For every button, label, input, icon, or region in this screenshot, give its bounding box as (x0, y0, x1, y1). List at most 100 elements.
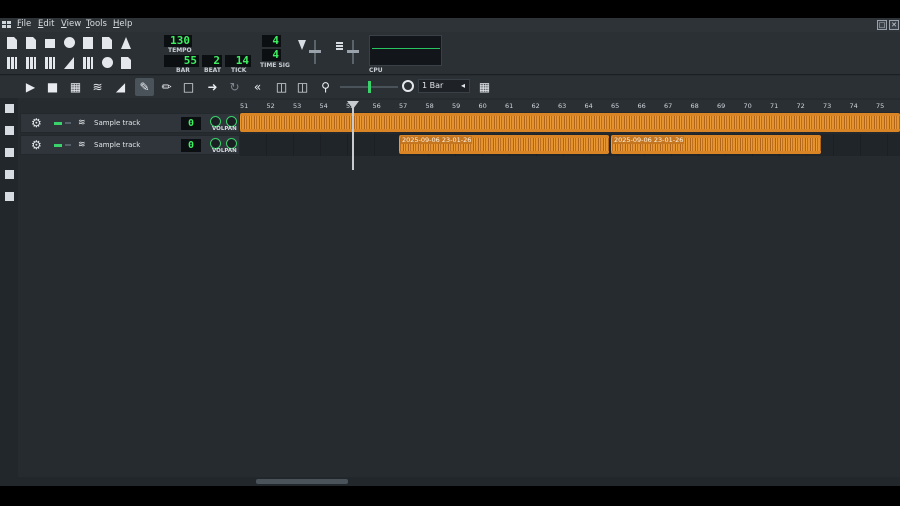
stop-button[interactable]: ■ (43, 78, 62, 96)
time-sig-denominator[interactable]: 4 (262, 49, 281, 61)
add-beat-icon: ▦ (69, 80, 82, 94)
scrollbar-thumb[interactable] (256, 479, 348, 484)
track-header[interactable]: ⚙ ≋ Sample track 0 VOLPAN (20, 113, 240, 133)
track-volume-display: 0 (181, 117, 201, 130)
open-folder-icon[interactable] (42, 35, 58, 51)
bar-56-label: 56 (372, 102, 381, 110)
root-directory-icon[interactable] (5, 170, 14, 179)
track-name[interactable]: Sample track (94, 119, 140, 127)
bar-51-label: 51 (240, 102, 249, 110)
bar-73-label: 73 (823, 102, 832, 110)
add-beat-button[interactable]: ▦ (66, 78, 85, 96)
menu-file[interactable]: File (17, 19, 31, 29)
my-presets-icon[interactable] (5, 126, 14, 135)
track-name[interactable]: Sample track (94, 141, 140, 149)
add-sample-track-button[interactable]: ≋ (88, 78, 107, 96)
volpan-label: VOLPAN (212, 126, 237, 132)
volpan-label: VOLPAN (212, 148, 237, 154)
playhead[interactable] (352, 102, 354, 170)
zoom-icon: ⚲ (321, 80, 330, 94)
mute-toggle[interactable] (54, 122, 62, 125)
controller-icon[interactable] (99, 55, 115, 71)
bar-53-label: 53 (293, 102, 302, 110)
recent-icon[interactable] (61, 35, 77, 51)
master-volume-handle[interactable] (309, 50, 321, 53)
cpu-graph-line (372, 48, 440, 49)
draw-mode-button[interactable]: ✎ (135, 78, 154, 96)
tick-display: 14 (225, 55, 251, 67)
play-button[interactable]: ▶ (21, 78, 40, 96)
waveform-icon: ≋ (78, 118, 86, 128)
tempo-label: TEMPO (168, 47, 192, 54)
menu-view[interactable]: View (61, 19, 81, 29)
track-row: ⚙ ≋ Sample track 0 VOLPAN (18, 112, 900, 134)
solo-toggle[interactable] (65, 122, 71, 124)
track-lane[interactable]: 2025-09-06 23-01-26 2025-09-06 23-01-26 (240, 134, 900, 156)
horizontal-scrollbar[interactable] (18, 477, 900, 486)
master-pitch-handle[interactable] (347, 50, 359, 53)
knife-mode-button[interactable]: ✏ (157, 78, 176, 96)
save-icon[interactable] (80, 35, 96, 51)
quantize-select[interactable]: 1 Bar ◂ (418, 79, 470, 93)
bar-65-label: 65 (611, 102, 620, 110)
beat-editor-icon[interactable] (23, 55, 39, 71)
pin-left-button[interactable]: ◫ (272, 78, 291, 96)
master-volume-icon (298, 40, 306, 50)
select-mode-button[interactable]: □ (179, 78, 198, 96)
bar-label: BAR (176, 67, 190, 74)
restore-window-button[interactable]: □ (877, 20, 887, 30)
zoom-slider-handle[interactable] (368, 81, 371, 93)
bar-57-label: 57 (399, 102, 408, 110)
new-file-icon[interactable] (4, 35, 20, 51)
menu-tools[interactable]: Tools (86, 19, 107, 29)
clip-label: 2025-09-06 23-01-26 (613, 136, 685, 144)
new-from-template-icon[interactable] (23, 35, 39, 51)
project-notes-icon[interactable] (118, 55, 134, 71)
mixer-icon[interactable] (80, 55, 96, 71)
bar-display: 55 (164, 55, 199, 67)
draw-icon: ✎ (139, 80, 150, 94)
chevron-left-icon: ◂ (461, 81, 466, 90)
mute-toggle[interactable] (54, 144, 62, 147)
my-samples-icon[interactable] (5, 104, 14, 113)
my-home-icon[interactable] (5, 148, 14, 157)
quantize-icon (402, 80, 414, 92)
rewind-button[interactable]: « (248, 78, 267, 96)
close-window-button[interactable]: ✕ (889, 20, 899, 30)
loop-button[interactable]: ↻ (225, 78, 244, 96)
pin-left-icon: ◫ (275, 80, 288, 94)
sample-clip[interactable]: 2025-09-06 23-01-26 (611, 135, 821, 154)
solo-toggle[interactable] (65, 144, 71, 146)
sample-clip[interactable] (240, 113, 900, 132)
bar-75-label: 75 (876, 102, 885, 110)
track-lane[interactable] (240, 112, 900, 134)
song-editor-icon[interactable] (4, 55, 20, 71)
time-sig-numerator[interactable]: 4 (262, 35, 281, 47)
export-tracks-icon[interactable] (118, 35, 134, 51)
sample-clip[interactable]: 2025-09-06 23-01-26 (399, 135, 609, 154)
automation-icon[interactable] (61, 55, 77, 71)
bar-69-label: 69 (717, 102, 726, 110)
record-icon: ➜ (207, 80, 218, 94)
menu-help[interactable]: Help (113, 19, 132, 29)
stop-icon: ■ (46, 80, 59, 94)
computer-icon[interactable] (5, 192, 14, 201)
piano-roll-icon[interactable] (42, 55, 58, 71)
gear-icon[interactable]: ⚙ (31, 138, 42, 152)
track-header[interactable]: ⚙ ≋ Sample track 0 VOLPAN (20, 135, 240, 155)
proportional-snap-button[interactable]: ▦ (475, 78, 494, 96)
record-button[interactable]: ➜ (203, 78, 222, 96)
bar-67-label: 67 (664, 102, 673, 110)
bar-54-label: 54 (319, 102, 328, 110)
bar-66-label: 66 (637, 102, 646, 110)
zoom-button[interactable]: ⚲ (316, 78, 335, 96)
bar-71-label: 71 (770, 102, 779, 110)
gear-icon[interactable]: ⚙ (31, 116, 42, 130)
clip-label: 2025-09-06 23-01-26 (401, 136, 473, 144)
export-icon[interactable] (99, 35, 115, 51)
add-automation-button[interactable]: ◢ (111, 78, 130, 96)
pin-right-button[interactable]: ◫ (293, 78, 312, 96)
tempo-display[interactable]: 130 (164, 35, 192, 47)
menu-edit[interactable]: Edit (38, 19, 54, 29)
select-icon: □ (182, 80, 195, 94)
